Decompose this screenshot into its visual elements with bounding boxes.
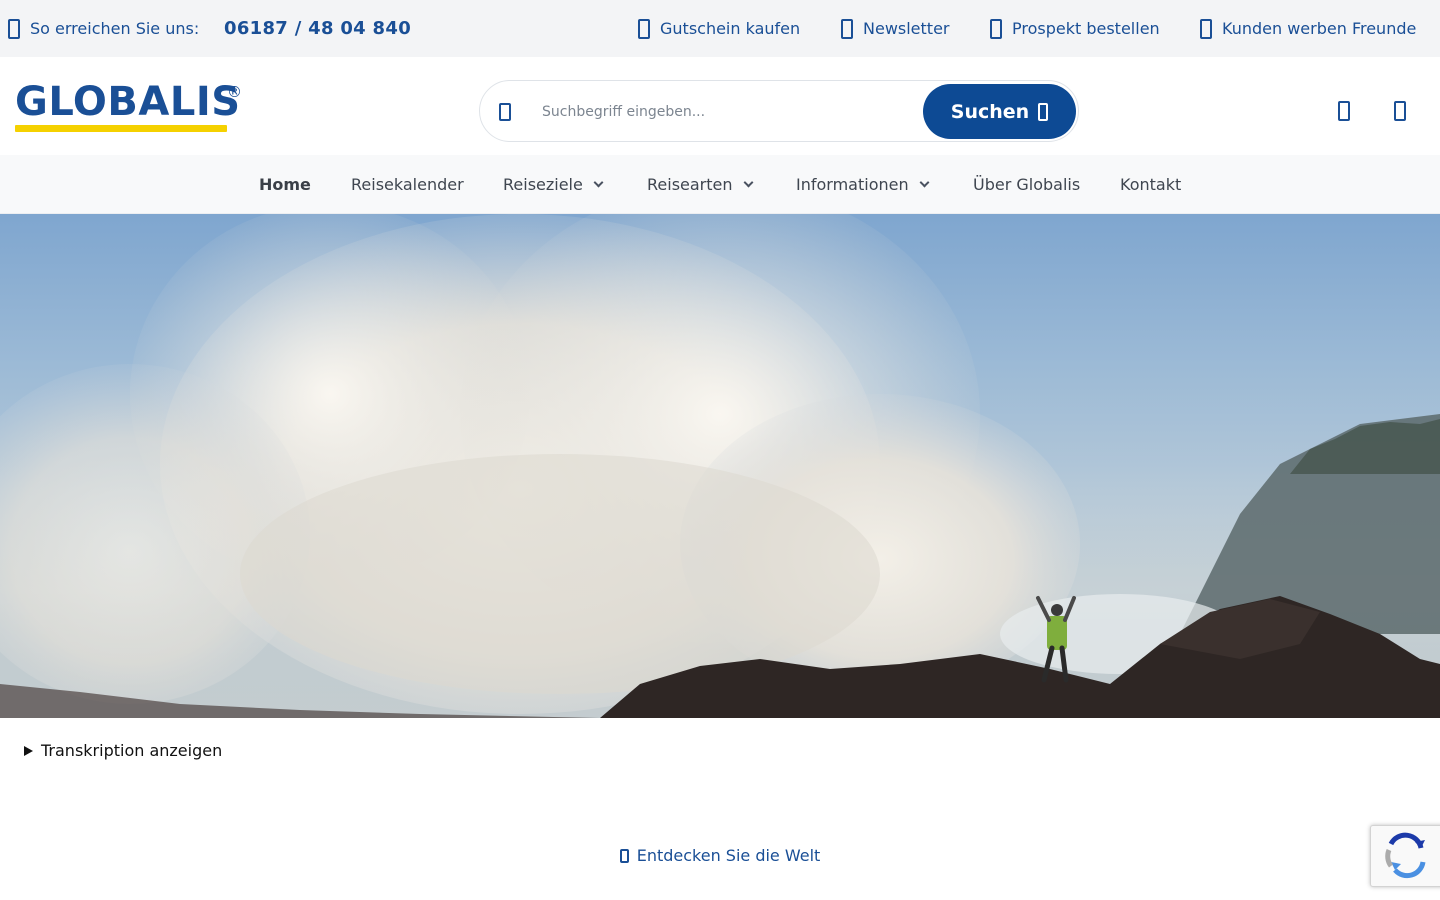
- phone-icon: [8, 18, 20, 39]
- order-brochure-link[interactable]: Prospekt bestellen: [990, 0, 1160, 57]
- discover-label: Entdecken Sie die Welt: [636, 846, 821, 865]
- refer-friends-link[interactable]: Kunden werben Freunde: [1200, 0, 1416, 57]
- recaptcha-icon: [1385, 832, 1426, 879]
- nav-item-label: Reisearten: [647, 175, 733, 194]
- phone-number-link[interactable]: 06187 / 48 04 840: [224, 0, 411, 57]
- logo-wordmark: GLOBALIS: [15, 79, 241, 125]
- nav-item-reisekalender[interactable]: Reisekalender: [351, 155, 464, 214]
- contact-label-text: So erreichen Sie uns:: [30, 19, 200, 38]
- chevron-down-icon: [593, 177, 604, 188]
- gift-voucher-link[interactable]: Gutschein kaufen: [638, 0, 800, 57]
- transcript-label: Transkription anzeigen: [41, 741, 223, 760]
- globe-icon: [619, 848, 629, 863]
- disclosure-triangle-icon: [24, 745, 33, 756]
- main-navigation: Home Reisekalender Reiseziele Reisearten…: [0, 155, 1440, 214]
- search-button[interactable]: Suchen: [923, 84, 1076, 139]
- nav-item-label: Über Globalis: [973, 175, 1081, 194]
- catalog-icon: [990, 18, 1002, 39]
- gift-voucher-label: Gutschein kaufen: [660, 19, 801, 38]
- site-header: GLOBALIS ® Suchen: [0, 57, 1440, 155]
- order-brochure-label: Prospekt bestellen: [1012, 19, 1160, 38]
- hero-video[interactable]: [0, 214, 1440, 718]
- top-contact-bar: So erreichen Sie uns: 06187 / 48 04 840 …: [0, 0, 1440, 57]
- nav-item-label: Reisekalender: [351, 175, 464, 194]
- discover-link[interactable]: Entdecken Sie die Welt: [619, 846, 821, 865]
- newsletter-link[interactable]: Newsletter: [841, 0, 950, 57]
- logo-underline: [15, 125, 227, 132]
- transcript-toggle[interactable]: Transkription anzeigen: [24, 741, 222, 760]
- users-icon: [1200, 18, 1212, 39]
- search-bar: Suchen: [479, 80, 1079, 142]
- nav-item-reisearten[interactable]: Reisearten: [647, 155, 753, 214]
- nav-item-ueber-globalis[interactable]: Über Globalis: [973, 155, 1080, 214]
- search-button-label: Suchen: [950, 100, 1030, 123]
- recaptcha-badge[interactable]: [1370, 825, 1440, 887]
- newsletter-label: Newsletter: [863, 19, 950, 38]
- logo-registered-mark: ®: [227, 83, 242, 101]
- arrow-right-icon: [1038, 102, 1049, 121]
- nav-item-label: Home: [259, 175, 311, 194]
- search-icon: [499, 103, 511, 121]
- chevron-down-icon: [743, 177, 753, 188]
- refer-friends-label: Kunden werben Freunde: [1222, 19, 1417, 38]
- nav-item-informationen[interactable]: Informationen: [796, 155, 930, 214]
- nav-item-kontakt[interactable]: Kontakt: [1120, 155, 1181, 214]
- contact-label: So erreichen Sie uns:: [8, 0, 199, 57]
- globalis-logo[interactable]: GLOBALIS ®: [15, 79, 242, 136]
- gift-icon: [638, 18, 650, 39]
- discover-section: Entdecken Sie die Welt: [0, 846, 1440, 865]
- hero-scene: [0, 214, 1440, 718]
- chevron-down-icon: [919, 177, 930, 188]
- nav-item-home[interactable]: Home: [259, 155, 311, 214]
- user-icon[interactable]: [1338, 101, 1350, 121]
- nav-item-reiseziele[interactable]: Reiseziele: [503, 155, 604, 214]
- nav-item-label: Informationen: [796, 175, 909, 194]
- shopping-cart-icon[interactable]: [1394, 101, 1406, 121]
- nav-item-label: Reiseziele: [503, 175, 583, 194]
- envelope-icon: [841, 18, 853, 39]
- nav-item-label: Kontakt: [1120, 175, 1182, 194]
- search-input[interactable]: [542, 95, 912, 129]
